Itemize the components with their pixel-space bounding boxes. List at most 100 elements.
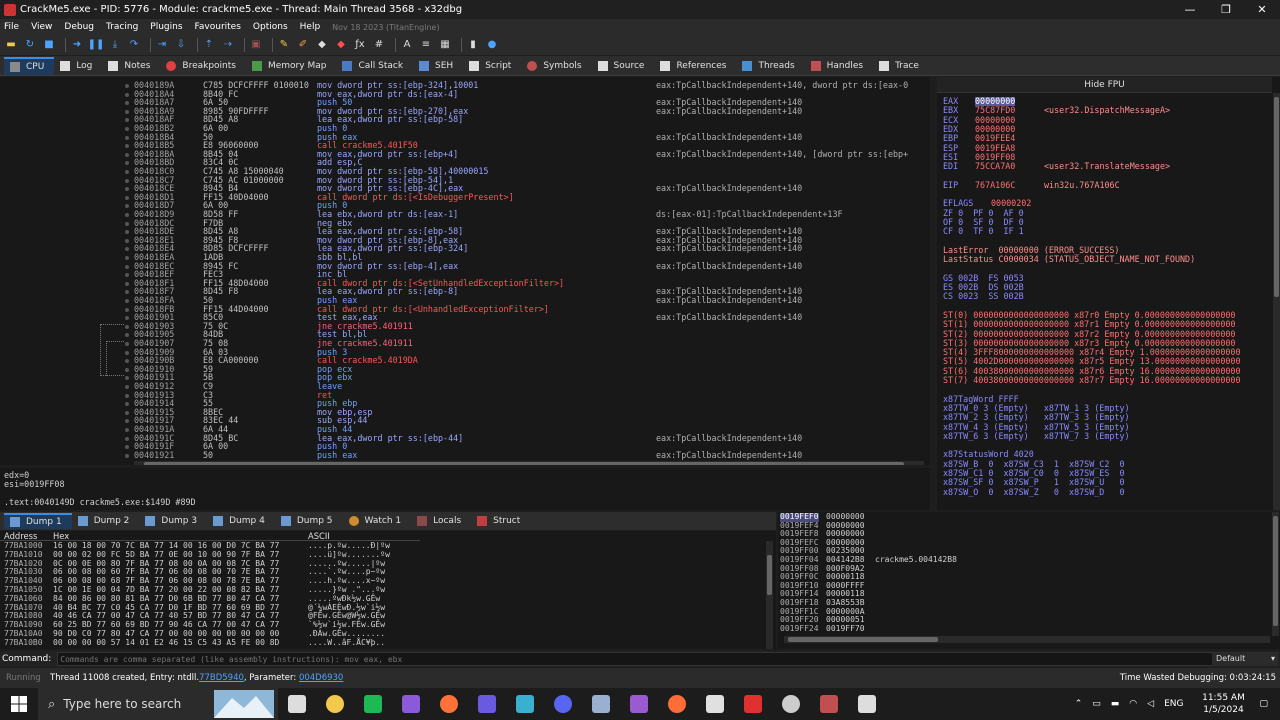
language-indicator[interactable]: ENG [1164,699,1183,709]
stop-icon[interactable]: ■ [42,38,56,52]
breakpoint-dot[interactable] [125,230,129,235]
tab-locals[interactable]: Locals [411,513,471,529]
breakpoint-dot[interactable] [125,445,129,450]
tab-source[interactable]: Source [592,57,655,75]
parameter-link[interactable]: 004D6930 [299,673,343,683]
function-icon[interactable]: ƒx [353,38,367,52]
disassembly-view[interactable]: 0040189A C785 DCFCFFFF 0100010 mov dword p… [0,77,930,465]
breakpoint-dot[interactable] [125,453,129,458]
tab-dump-2[interactable]: Dump 2 [72,513,140,529]
fpu-st-row[interactable]: ST(1) 0000000000000000000 x87r1 Empty 0.… [943,320,1235,329]
breakpoint-dot[interactable] [125,385,129,389]
pause-icon[interactable]: ❚❚ [88,38,105,52]
taskbar-app-browser-circle[interactable] [772,688,810,720]
breakpoint-dot[interactable] [125,281,129,286]
tab-threads[interactable]: Threads [736,57,804,75]
breakpoint-dot[interactable] [125,221,129,226]
register-value[interactable]: 0019FEE4 [975,134,1015,143]
pen-icon[interactable]: ✎ [277,38,291,52]
registers-scrollbar[interactable] [1273,93,1280,510]
register-value[interactable]: 00000202 [991,199,1031,208]
breakpoint-dot[interactable] [125,333,129,338]
step-over-icon[interactable]: ↷ [127,38,141,52]
breakpoint-dot[interactable] [125,256,129,260]
taskbar-app-red-tool[interactable] [734,688,772,720]
register-row[interactable]: EDI 75CCA7A0 <user32.TranslateMessage> [943,162,1170,171]
tab-references[interactable]: References [654,57,736,75]
breakpoint-dot[interactable] [125,264,129,269]
tab-memory-map[interactable]: Memory Map [246,57,336,75]
close-button[interactable]: ✕ [1244,0,1280,19]
menu-help[interactable]: Help [300,22,321,32]
register-value[interactable]: 75C87FD0 [975,106,1015,115]
menu-file[interactable]: File [4,22,19,32]
menu-options[interactable]: Options [253,22,288,32]
taskbar-app-linux[interactable] [696,688,734,720]
breakpoint-dot[interactable] [125,92,129,97]
breakpoint-dot[interactable] [125,419,129,424]
battery-icon[interactable]: ▬ [1111,699,1120,709]
segment-row[interactable]: CS 0023 SS 002B [943,292,1024,301]
breakpoint-dot[interactable] [125,350,129,355]
taskbar-app-calculator[interactable] [848,688,886,720]
disassembly-hscrollbar[interactable] [134,461,924,465]
menu-plugins[interactable]: Plugins [150,22,182,32]
taskbar-app-discord[interactable] [544,688,582,720]
maximize-button[interactable]: ❐ [1208,0,1244,19]
breakpoint-dot[interactable] [125,127,129,131]
tab-breakpoints[interactable]: Breakpoints [160,57,246,75]
flags-row[interactable]: CF 0 TF 0 IF 1 [943,227,1024,236]
breakpoint-dot[interactable] [125,144,129,149]
menu-tracing[interactable]: Tracing [106,22,138,32]
entry-link[interactable]: 77BD5940 [199,673,244,683]
breakpoint-dot[interactable] [125,247,129,252]
tab-script[interactable]: Script [463,57,521,75]
scroll-thumb[interactable] [144,462,904,465]
statusword-detail-row[interactable]: x87SW_SF 0 x87SW_P 1 x87SW_U 0 [943,478,1125,487]
scroll-thumb[interactable] [767,555,772,595]
breakpoint-dot[interactable] [125,195,129,200]
trace-into-icon[interactable]: ⇥ [155,38,169,52]
run-icon[interactable]: ➜ [70,38,84,52]
taskbar-app-postman[interactable] [658,688,696,720]
tab-log[interactable]: Log [54,57,102,75]
breakpoint-dot[interactable] [125,187,129,192]
run-to-user-code-icon[interactable]: ⇢ [221,38,235,52]
taskbar-app-spotify[interactable] [354,688,392,720]
scylla-icon[interactable]: ▣ [249,38,263,52]
register-value[interactable]: 75CCA7A0 [975,162,1015,171]
notification-icon[interactable]: ▢ [1259,699,1268,709]
tab-watch-1[interactable]: Watch 1 [343,513,412,529]
taskbar-app-visual-studio[interactable] [392,688,430,720]
tab-dump-5[interactable]: Dump 5 [275,513,343,529]
taskbar-app-cursor-app[interactable] [506,688,544,720]
volume-icon[interactable]: ◁ [1147,699,1154,709]
tab-seh[interactable]: SEH [413,57,463,75]
taskbar-app-3d-box[interactable] [582,688,620,720]
stack-hscrollbar[interactable] [784,636,1270,643]
breakpoint-dot[interactable] [125,170,129,174]
tab-cpu[interactable]: CPU [4,57,55,75]
disassembly-row[interactable]: 00401921 50 push eax eax:TpCallbackIndepend… [0,451,930,460]
strings-icon[interactable]: ≡ [419,38,433,52]
breakpoint-dot[interactable] [125,367,129,372]
breakpoint-dot[interactable] [125,316,129,321]
breakpoint-dot[interactable] [125,84,129,88]
breakpoint-dot[interactable] [125,273,129,278]
breakpoint-dot[interactable] [125,178,129,183]
eflags-row[interactable]: EFLAGS 00000202 [943,199,1031,208]
tab-struct[interactable]: Struct [471,513,530,529]
breakpoint-dot[interactable] [125,101,129,106]
minimize-button[interactable]: — [1172,0,1208,19]
stack-scrollbar[interactable] [1272,512,1279,636]
hide-fpu-button[interactable]: Hide FPU [937,77,1272,93]
breakpoint-dot[interactable] [125,428,129,432]
breakpoint-dot[interactable] [125,152,129,157]
breakpoint-dot[interactable] [125,299,129,303]
taskbar-app-purple-folder[interactable] [620,688,658,720]
menu-debug[interactable]: Debug [64,22,94,32]
breakpoint-dot[interactable] [125,238,129,243]
tab-call-stack[interactable]: Call Stack [336,57,413,75]
step-into-icon[interactable]: ⤓ [108,38,122,52]
menu-favourites[interactable]: Favourites [195,22,241,32]
